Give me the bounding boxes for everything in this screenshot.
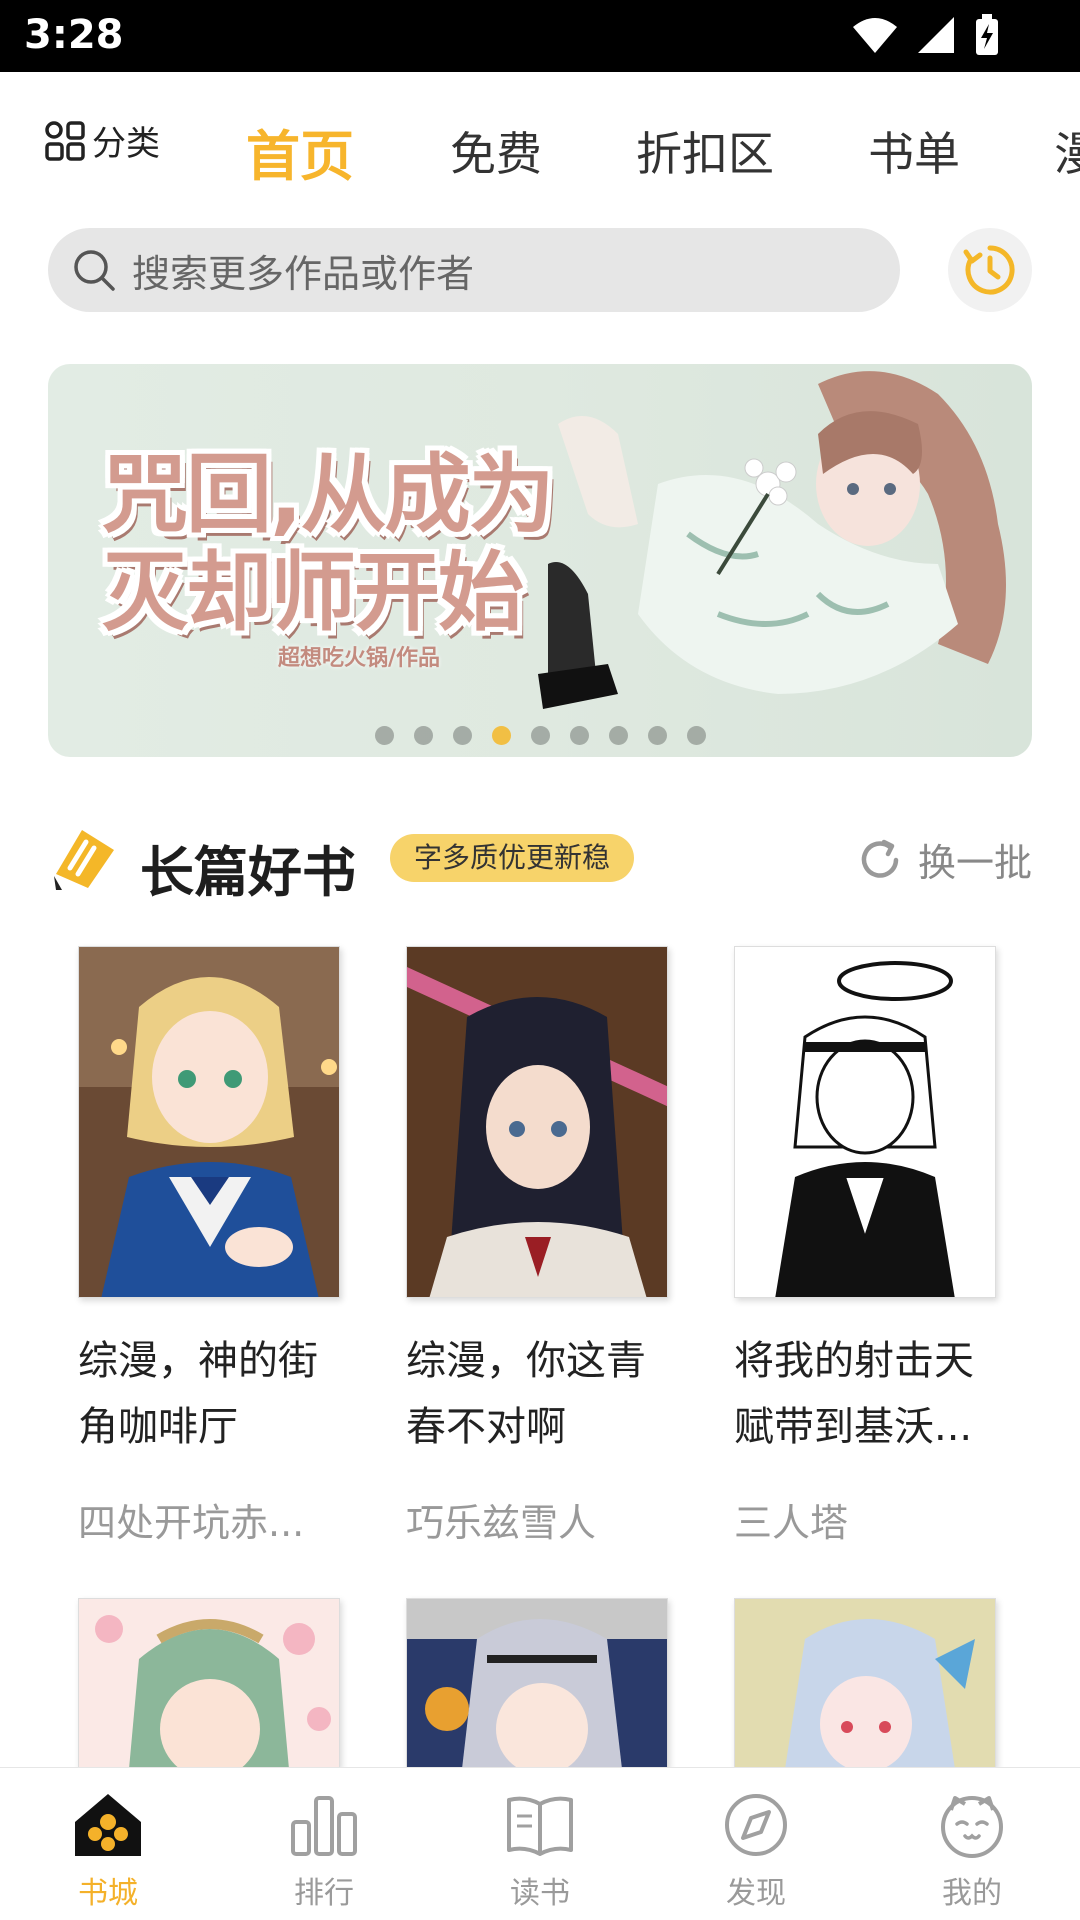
book-cover xyxy=(78,946,340,1298)
nav-label: 我的 xyxy=(942,1876,1002,1911)
book-cover xyxy=(78,1598,340,1768)
book-cover xyxy=(734,1598,996,1768)
reading-history-button[interactable] xyxy=(948,228,1032,312)
cover-illustration xyxy=(407,947,667,1297)
banner-title: 咒回,从成为 灭却师开始 xyxy=(102,445,555,643)
section-header: 长篇好书 字多质优更新稳 换一批 xyxy=(52,820,1032,904)
cover-illustration xyxy=(735,947,995,1297)
search-icon xyxy=(74,250,115,291)
book-cover xyxy=(406,1598,668,1768)
book-author: 巧乐兹雪人 xyxy=(406,1501,597,1545)
cover-illustration xyxy=(407,1599,667,1767)
banner-title-line1: 咒回,从成为 xyxy=(102,445,555,545)
banner-title-line2: 灭却师开始 xyxy=(102,543,524,643)
nav-label: 排行 xyxy=(294,1876,354,1911)
clock: 3:28 xyxy=(24,12,124,58)
nav-label: 发现 xyxy=(726,1876,786,1911)
nav-ranking[interactable]: 排行 xyxy=(216,1768,432,1920)
book-cover xyxy=(406,946,668,1298)
nav-discover[interactable]: 发现 xyxy=(648,1768,864,1920)
tab-free[interactable]: 免费 xyxy=(450,118,542,184)
grid-icon xyxy=(45,120,85,161)
carousel-dot[interactable] xyxy=(686,726,706,745)
tab-booklist[interactable]: 书单 xyxy=(868,118,960,184)
cat-face-icon xyxy=(941,1796,1003,1858)
bottom-navigation: 书城 排行 读书 发现 我的 xyxy=(0,1767,1080,1920)
signal-icon xyxy=(918,17,954,53)
cover-illustration xyxy=(79,947,339,1297)
book-title: 综漫，神的街角咖啡厅 xyxy=(78,1338,318,1450)
carousel-indicator xyxy=(48,726,1032,745)
book-card[interactable]: 综漫，你这青春不对啊 巧乐兹雪人 xyxy=(406,946,670,1547)
tab-discount[interactable]: 折扣区 xyxy=(636,118,774,184)
refresh-icon xyxy=(861,839,899,878)
carousel-dot[interactable] xyxy=(452,726,472,745)
carousel-dot[interactable] xyxy=(569,726,589,745)
tab-home[interactable]: 首页 xyxy=(246,112,354,191)
category-label: 分类 xyxy=(92,124,160,164)
tab-manga[interactable]: 漫 xyxy=(1054,118,1080,184)
book-card[interactable] xyxy=(406,1598,670,1768)
book-cover xyxy=(734,946,996,1298)
category-button[interactable]: 分类 xyxy=(44,116,160,165)
status-bar: 3:28 xyxy=(0,0,1080,72)
status-icons xyxy=(852,14,1000,56)
nav-label: 书城 xyxy=(78,1876,138,1911)
carousel-dot[interactable] xyxy=(413,726,433,745)
book-title: 综漫，你这青春不对啊 xyxy=(406,1338,646,1450)
carousel-dot[interactable] xyxy=(608,726,628,745)
book-card[interactable] xyxy=(734,1598,998,1768)
wifi-icon xyxy=(853,18,897,53)
section-title: 长篇好书 xyxy=(140,841,356,904)
book-author: 四处开坑赤... xyxy=(78,1501,305,1545)
carousel-dot[interactable] xyxy=(647,726,667,745)
pencil-book-icon xyxy=(54,830,114,890)
nav-bookstore[interactable]: 书城 xyxy=(0,1768,216,1920)
section-tag: 字多质优更新稳 xyxy=(390,834,635,882)
banner-byline: 超想吃火锅/作品 xyxy=(278,646,441,671)
carousel-dot[interactable] xyxy=(374,726,394,745)
refresh-batch-button[interactable]: 换一批 xyxy=(856,832,1032,887)
carousel-dot[interactable] xyxy=(530,726,550,745)
nav-profile[interactable]: 我的 xyxy=(864,1768,1080,1920)
book-card[interactable]: 将我的射击天赋带到基沃... 三人塔 xyxy=(734,946,998,1547)
cover-illustration xyxy=(735,1599,995,1767)
promo-banner[interactable]: 咒回,从成为 灭却师开始 超想吃火锅/作品 xyxy=(48,364,1032,757)
open-book-icon xyxy=(507,1796,573,1856)
search-bar[interactable]: 搜索更多作品或作者 xyxy=(48,228,900,312)
nav-label: 读书 xyxy=(510,1876,570,1911)
cover-illustration xyxy=(79,1599,339,1767)
compass-icon xyxy=(725,1794,787,1856)
ranking-bars-icon xyxy=(291,1796,357,1856)
battery-charging-icon xyxy=(976,14,998,55)
bookstore-home-icon xyxy=(75,1794,141,1856)
nav-reading[interactable]: 读书 xyxy=(432,1768,648,1920)
book-card[interactable] xyxy=(78,1598,342,1768)
top-navigation: 分类 首页 免费 折扣区 书单 漫 xyxy=(0,72,1080,222)
book-card[interactable]: 综漫，神的街角咖啡厅 四处开坑赤... xyxy=(78,946,342,1547)
carousel-dot-active[interactable] xyxy=(491,726,511,745)
banner-illustration xyxy=(538,371,1006,709)
book-author: 三人塔 xyxy=(734,1501,849,1545)
book-title: 将我的射击天赋带到基沃... xyxy=(734,1338,974,1450)
clock-history-icon xyxy=(963,245,1015,295)
search-placeholder: 搜索更多作品或作者 xyxy=(132,251,475,296)
refresh-label: 换一批 xyxy=(917,841,1032,885)
